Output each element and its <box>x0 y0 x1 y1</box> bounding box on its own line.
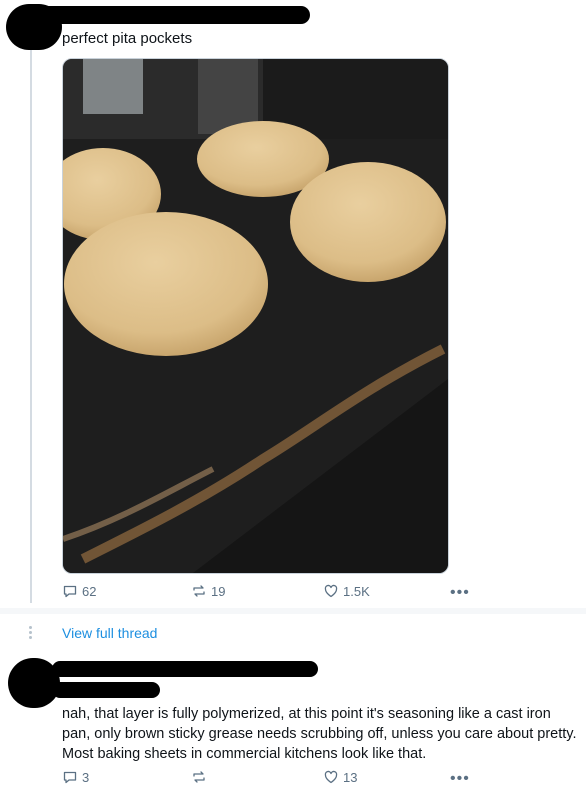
reply-more-options-icon[interactable]: ••• <box>450 770 470 788</box>
heart-icon <box>324 770 338 784</box>
post-actions: 62 19 1.5K <box>62 583 586 603</box>
like-count: 1.5K <box>343 583 370 599</box>
reply-like-button[interactable]: 13 <box>323 769 357 785</box>
reply-count: 62 <box>82 583 97 599</box>
speech-bubble-icon <box>63 585 77 598</box>
repost-arrows-icon <box>193 585 205 597</box>
heart-icon <box>324 584 338 598</box>
like-button[interactable]: 1.5K <box>323 583 370 599</box>
thread-line <box>30 48 32 603</box>
repost-count: 19 <box>211 583 226 599</box>
reply-reply-count: 3 <box>82 769 90 785</box>
reply-repost-button[interactable] <box>191 769 207 785</box>
thread-dots <box>29 624 33 641</box>
repost-button[interactable]: 19 <box>191 583 225 599</box>
reply-text: nah, that layer is fully polymerized, at… <box>62 706 577 762</box>
pita-photo <box>63 59 448 573</box>
repost-arrows-icon <box>193 771 205 783</box>
redacted-reply-username <box>52 661 318 677</box>
reply-actions: 3 13 <box>62 769 586 789</box>
view-full-thread-link[interactable]: View full thread <box>62 625 157 641</box>
more-options-icon[interactable]: ••• <box>450 584 470 602</box>
redacted-reply-handle <box>52 682 160 698</box>
reply-like-count: 13 <box>343 769 358 785</box>
speech-bubble-icon <box>63 771 77 784</box>
redacted-username <box>40 6 310 24</box>
reply-reply-button[interactable]: 3 <box>62 769 89 785</box>
reply-button[interactable]: 62 <box>62 583 96 599</box>
post-image[interactable] <box>62 58 449 574</box>
post-text: perfect pita pockets <box>62 30 193 47</box>
post-divider <box>0 608 586 614</box>
